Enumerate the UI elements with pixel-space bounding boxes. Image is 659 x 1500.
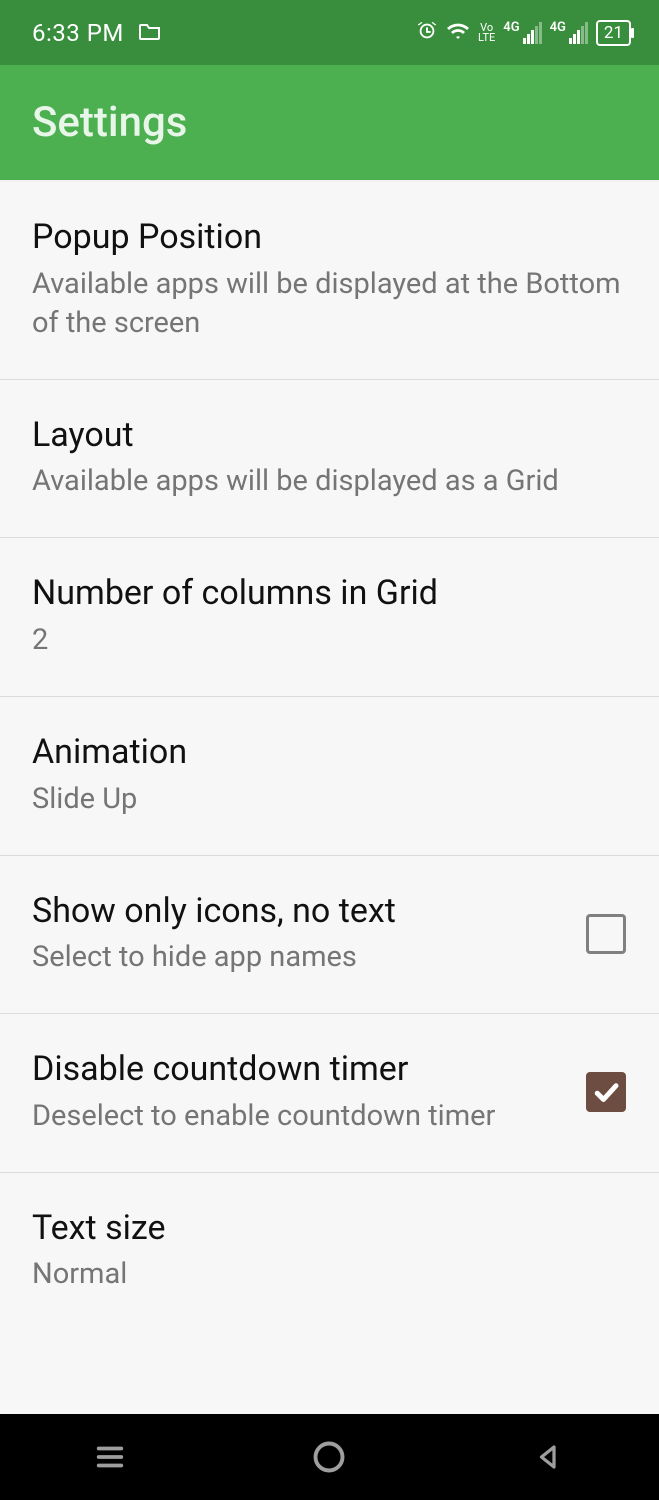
- row-title: Disable countdown timer: [32, 1048, 561, 1091]
- row-animation[interactable]: Animation Slide Up: [0, 697, 659, 856]
- app-bar: Settings: [0, 65, 659, 180]
- clock-text: 6:33 PM: [32, 19, 124, 47]
- row-layout[interactable]: Layout Available apps will be displayed …: [0, 380, 659, 539]
- row-subtitle: Normal: [32, 1255, 627, 1294]
- settings-list: Popup Position Available apps will be di…: [0, 180, 659, 1414]
- row-title: Show only icons, no text: [32, 890, 561, 933]
- row-show-only-icons[interactable]: Show only icons, no text Select to hide …: [0, 856, 659, 1015]
- row-title: Popup Position: [32, 216, 627, 259]
- row-subtitle: Deselect to enable countdown timer: [32, 1097, 561, 1136]
- sim2-label: 4G: [550, 22, 566, 34]
- navigation-bar: [0, 1414, 659, 1500]
- row-subtitle: 2: [32, 621, 627, 660]
- battery-level: 21: [604, 22, 623, 44]
- row-title: Layout: [32, 414, 627, 457]
- status-right: Vo LTE 4G 4G 21: [416, 20, 631, 46]
- status-left: 6:33 PM: [32, 19, 162, 47]
- battery-icon: 21: [596, 20, 631, 46]
- volte-bottom: LTE: [478, 33, 495, 43]
- row-title: Animation: [32, 731, 627, 774]
- row-title: Text size: [32, 1207, 627, 1250]
- page-title: Settings: [32, 98, 187, 147]
- row-disable-countdown[interactable]: Disable countdown timer Deselect to enab…: [0, 1014, 659, 1173]
- status-bar: 6:33 PM Vo LTE 4G 4G: [0, 0, 659, 65]
- sim1-label: 4G: [503, 22, 519, 34]
- sim1-signal: 4G: [503, 22, 541, 44]
- row-subtitle: Slide Up: [32, 780, 627, 819]
- nav-back-button[interactable]: [527, 1435, 571, 1479]
- row-popup-position[interactable]: Popup Position Available apps will be di…: [0, 182, 659, 380]
- checkbox-show-only-icons[interactable]: [585, 913, 627, 955]
- volte-icon: Vo LTE: [478, 23, 495, 43]
- wifi-icon: [446, 21, 470, 45]
- checkbox-disable-countdown[interactable]: [585, 1071, 627, 1113]
- sim2-signal: 4G: [550, 22, 588, 44]
- folder-icon: [138, 21, 162, 45]
- nav-recents-button[interactable]: [88, 1435, 132, 1479]
- row-subtitle: Select to hide app names: [32, 938, 561, 977]
- row-subtitle: Available apps will be displayed as a Gr…: [32, 462, 627, 501]
- row-grid-columns[interactable]: Number of columns in Grid 2: [0, 538, 659, 697]
- row-title: Number of columns in Grid: [32, 572, 627, 615]
- nav-home-button[interactable]: [307, 1435, 351, 1479]
- row-text-size[interactable]: Text size Normal: [0, 1173, 659, 1315]
- row-subtitle: Available apps will be displayed at the …: [32, 265, 627, 343]
- alarm-icon: [416, 20, 438, 46]
